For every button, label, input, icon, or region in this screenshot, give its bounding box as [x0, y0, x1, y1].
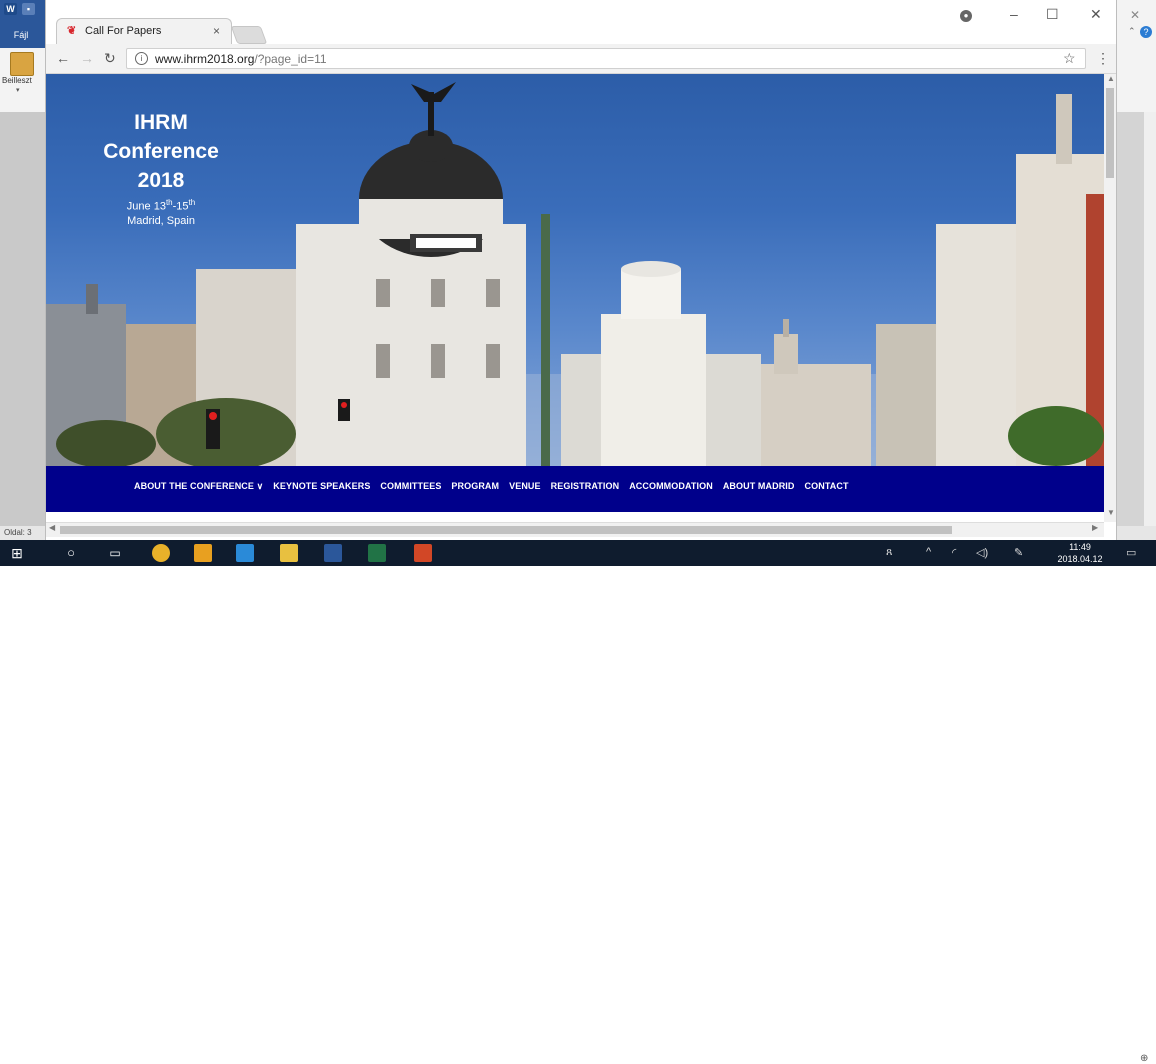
tab-close-icon[interactable]: × [213, 24, 220, 38]
outlook-icon[interactable] [194, 544, 212, 562]
new-tab-button[interactable] [230, 26, 268, 44]
word-app-icon[interactable]: W [4, 3, 17, 15]
nav-accommodation[interactable]: ACCOMMODATION [629, 481, 713, 492]
save-icon[interactable]: ▪ [22, 3, 35, 15]
word-close-icon[interactable]: ✕ [1130, 8, 1140, 22]
clock-time[interactable]: 11:49 [1050, 542, 1110, 552]
search-icon[interactable]: ○ [62, 544, 80, 562]
file-explorer-icon[interactable] [280, 544, 298, 562]
help-icon[interactable]: ? [1140, 26, 1152, 38]
title-bar: ❦ Call For Papers × ● – ☐ ✕ [46, 0, 1116, 44]
nav-list: ABOUT THE CONFERENCE ∨ KEYNOTE SPEAKERS … [134, 481, 849, 492]
tab-title: Call For Papers [85, 25, 162, 37]
url-text[interactable]: www.ihrm2018.org/?page_id=11 [155, 52, 327, 66]
url-path: /?page_id=11 [254, 52, 327, 66]
date-start: June 13 [126, 200, 166, 213]
word-scrollbar[interactable] [1144, 112, 1156, 526]
paste-label: Beilleszt [2, 76, 32, 85]
maximize-icon[interactable]: ☐ [1046, 6, 1059, 23]
browser-window: ❦ Call For Papers × ● – ☐ ✕ ← → ↻ i www.… [46, 0, 1116, 540]
taskbar: ⊞ ○ ▭ ጸ ^ ◜ ◁) ✎ 11:49 2018.04.12 ▭ [0, 540, 1156, 566]
minimize-icon[interactable]: – [1010, 6, 1018, 22]
reload-icon[interactable]: ↻ [104, 50, 116, 67]
scroll-left-icon[interactable]: ◀ [49, 523, 55, 532]
main-navigation: ABOUT THE CONFERENCE ∨ KEYNOTE SPEAKERS … [46, 466, 1104, 512]
scroll-down-icon[interactable]: ▼ [1107, 508, 1115, 517]
clock-date[interactable]: 2018.04.12 [1050, 554, 1110, 564]
conference-date: June 13th-15th [86, 198, 236, 213]
bookmark-star-icon[interactable]: ☆ [1063, 50, 1076, 67]
address-bar[interactable]: i www.ihrm2018.org/?page_id=11 ☆ [126, 48, 1086, 69]
word-window-right: ✕ ⌃ ? ⊕ [1116, 0, 1156, 1064]
nav-about-madrid[interactable]: ABOUT MADRID [723, 481, 795, 492]
conference-title: IHRM Conference 2018 [86, 108, 236, 195]
word-icon[interactable] [324, 544, 342, 562]
hero-banner: IHRM Conference 2018 June 13th-15th Madr… [46, 74, 1104, 466]
zoom-in-icon[interactable]: ⊕ [1140, 1053, 1148, 1064]
browser-toolbar: ← → ↻ i www.ihrm2018.org/?page_id=11 ☆ ⋮ [46, 44, 1116, 74]
nav-contact[interactable]: CONTACT [805, 481, 849, 492]
notifications-icon[interactable]: ▭ [1126, 546, 1136, 559]
word-status-page: Oldal: 3 [0, 526, 46, 540]
nav-program[interactable]: PROGRAM [451, 481, 499, 492]
back-icon[interactable]: ← [56, 50, 70, 66]
ribbon-collapse-icon[interactable]: ⌃ [1128, 26, 1136, 37]
title-line-2: Conference [103, 140, 219, 163]
nav-keynote-speakers[interactable]: KEYNOTE SPEAKERS [273, 481, 370, 492]
file-tab[interactable]: Fájl [4, 26, 38, 44]
profile-icon[interactable]: ● [960, 10, 972, 22]
volume-icon[interactable]: ◁) [976, 546, 988, 559]
menu-icon[interactable]: ⋮ [1096, 50, 1110, 67]
task-view-icon[interactable]: ▭ [106, 544, 124, 562]
url-host: www.ihrm2018.org [155, 52, 255, 66]
browser-tab[interactable]: ❦ Call For Papers × [56, 18, 232, 44]
word-status-right: ⊕ [1116, 526, 1156, 1064]
word-ribbon-header: W ▪ Fájl [0, 0, 46, 48]
excel-icon[interactable] [368, 544, 386, 562]
scroll-right-icon[interactable]: ▶ [1092, 523, 1098, 532]
nav-registration[interactable]: REGISTRATION [551, 481, 620, 492]
tray-expand-icon[interactable]: ^ [926, 546, 931, 558]
word-document-area [0, 112, 46, 526]
paste-dropdown-icon[interactable]: ▾ [16, 86, 20, 94]
scroll-up-icon[interactable]: ▲ [1107, 74, 1115, 83]
start-icon[interactable]: ⊞ [8, 544, 26, 562]
hscroll-thumb[interactable] [60, 526, 952, 534]
word-window-left: W ▪ Fájl Beilleszt ▾ Oldal: 3 [0, 0, 46, 540]
page-viewport: IHRM Conference 2018 June 13th-15th Madr… [46, 74, 1104, 522]
nav-committees[interactable]: COMMITTEES [380, 481, 441, 492]
vertical-scrollbar[interactable]: ▲ ▼ [1104, 74, 1116, 522]
date-sep: -15 [172, 200, 189, 213]
horizontal-scrollbar[interactable]: ◀ ▶ [46, 522, 1104, 537]
paste-icon[interactable] [10, 52, 34, 76]
scroll-thumb[interactable] [1106, 88, 1114, 178]
date-sup-1: th [165, 198, 173, 207]
powerpoint-icon[interactable] [414, 544, 432, 562]
wifi-icon[interactable]: ◜ [952, 546, 956, 559]
nav-about-conference[interactable]: ABOUT THE CONFERENCE ∨ [134, 481, 263, 492]
favicon-icon: ❦ [67, 25, 77, 37]
close-icon[interactable]: ✕ [1090, 6, 1102, 23]
forward-icon[interactable]: → [80, 50, 94, 66]
conference-location: Madrid, Spain [127, 215, 195, 227]
pen-icon[interactable]: ✎ [1014, 546, 1023, 559]
date-sup-2: th [188, 198, 196, 207]
info-icon[interactable]: i [135, 52, 148, 65]
nav-venue[interactable]: VENUE [509, 481, 541, 492]
title-line-3: 2018 [137, 169, 185, 192]
title-line-1: IHRM [134, 111, 188, 134]
chrome-icon[interactable] [152, 544, 170, 562]
photos-icon[interactable] [236, 544, 254, 562]
people-icon[interactable]: ጸ [886, 546, 892, 559]
